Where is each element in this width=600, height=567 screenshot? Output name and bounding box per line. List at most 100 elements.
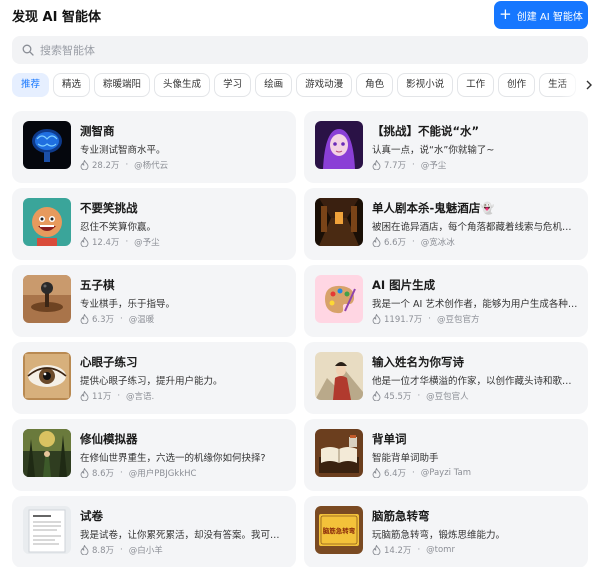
popularity-icon: [80, 468, 89, 478]
agent-author: @予尘: [134, 238, 160, 248]
agent-author: @温暖: [128, 315, 155, 325]
tab-3[interactable]: 头像生成: [154, 73, 211, 97]
popularity-icon: [80, 237, 89, 247]
tab-0[interactable]: 推荐: [12, 73, 50, 97]
agent-card[interactable]: 单人剧本杀-鬼魅酒店👻 被困在诡异酒店，每个角落都藏着线索与危机。你能找到真相逃…: [304, 188, 588, 260]
agent-card[interactable]: AI 图片生成 我是一个 AI 艺术创作者，能够为用户生成各种风格的图片。 11…: [304, 265, 588, 337]
search-input[interactable]: [40, 43, 588, 57]
agent-count: 8.8万: [92, 546, 115, 556]
agent-description: 我是试卷，让你累死累活，却没有答案。我可以给你出题。: [80, 530, 286, 541]
tab-9[interactable]: 工作: [457, 73, 495, 97]
meta-separator: ·: [125, 160, 129, 170]
agent-name: 不要笑挑战: [80, 201, 138, 215]
agent-name: AI 图片生成: [372, 278, 436, 292]
popularity-icon: [80, 391, 89, 401]
popularity-icon: [372, 237, 381, 247]
meta-separator: ·: [428, 314, 431, 324]
agent-author: @言语.: [126, 392, 155, 402]
category-tabs: 推荐 精选 粽暖端阳 头像生成 学习 绘画 游戏动漫 角色 影视小说 工作 创作 生活: [12, 73, 588, 99]
meta-separator: ·: [120, 545, 123, 555]
popularity-icon: [372, 160, 381, 170]
agent-count: 8.6万: [92, 469, 115, 479]
book-image: [315, 429, 363, 477]
meta-separator: ·: [417, 391, 421, 401]
agent-description: 专业测试智商水平。: [80, 145, 166, 156]
create-agent-button[interactable]: + 创建 AI 智能体: [494, 1, 588, 29]
meta-separator: ·: [412, 160, 415, 170]
tab-5[interactable]: 绘画: [255, 73, 293, 97]
agent-card[interactable]: 【挑战】不能说“水” 认真一点，说“水”你就输了~ 7.7万 · @予尘: [304, 111, 588, 183]
meta-separator: ·: [417, 545, 421, 555]
riddle-sign-image: 脑筋急转弯: [315, 506, 363, 554]
agent-meta: 14.2万 · @tomr: [372, 544, 455, 556]
meta-separator: ·: [125, 237, 129, 247]
agent-meta: 45.5万 · @豆包官人: [372, 390, 469, 402]
palette-image: [315, 275, 363, 323]
agent-name: 五子棋: [80, 278, 115, 292]
plus-icon: +: [499, 4, 512, 23]
agent-author: @宽冰冰: [420, 238, 455, 248]
agent-name: 心眼子练习: [80, 355, 138, 369]
svg-text:脑筋急转弯: 脑筋急转弯: [322, 526, 356, 535]
poet-painting-image: [315, 352, 363, 400]
meta-separator: ·: [120, 468, 123, 478]
tab-1[interactable]: 精选: [53, 73, 91, 97]
tab-4[interactable]: 学习: [214, 73, 252, 97]
tab-2[interactable]: 粽暖端阳: [94, 73, 151, 97]
agent-card[interactable]: 心眼子练习 提供心眼子练习，提升用户能力。 11万 · @言语.: [12, 342, 296, 414]
anime-girl-image: [315, 121, 363, 169]
search-bar[interactable]: [12, 36, 588, 64]
page-title: 发现 AI 智能体: [12, 10, 101, 25]
agent-meta: 6.6万 · @宽冰冰: [372, 236, 455, 248]
popularity-icon: [372, 391, 381, 401]
agent-description: 提供心眼子练习，提升用户能力。: [80, 376, 223, 387]
agent-description: 被困在诡异酒店，每个角落都藏着线索与危机。你能找到真相逃出去吗？: [372, 222, 578, 233]
agent-count: 12.4万: [92, 238, 120, 248]
tab-6[interactable]: 游戏动漫: [296, 73, 353, 97]
agent-meta: 12.4万 · @予尘: [80, 236, 160, 248]
agent-count: 6.3万: [92, 315, 115, 325]
agent-description: 他是一位才华横溢的作家，以创作藏头诗和歌曲为主。: [372, 376, 578, 387]
cultivation-image: [23, 429, 71, 477]
meta-separator: ·: [412, 237, 415, 247]
agent-name: 测智商: [80, 124, 115, 138]
agent-card[interactable]: 五子棋 专业棋手，乐于指导。 6.3万 · @温暖: [12, 265, 296, 337]
agent-author: @tomr: [426, 545, 455, 555]
agent-card[interactable]: 脑筋急转弯 脑筋急转弯 玩脑筋急转弯，锻炼思维能力。 14.2万 · @tomr: [304, 496, 588, 567]
agent-card[interactable]: 测智商 专业测试智商水平。 28.2万 · @杨代云: [12, 111, 296, 183]
agent-description: 忍住不笑算你赢。: [80, 222, 157, 233]
agent-card[interactable]: 修仙模拟器 在修仙世界重生，六选一的机缘你如何抉择? 8.6万 · @用户PBJ…: [12, 419, 296, 491]
agent-card[interactable]: 背单词 智能背单词助手 6.4万 · @Payzi Tam: [304, 419, 588, 491]
brain-image: [23, 121, 71, 169]
tabs-next-button[interactable]: [582, 75, 596, 95]
agent-meta: 8.8万 · @白小羊: [80, 544, 163, 556]
agent-card[interactable]: 不要笑挑战 忍住不笑算你赢。 12.4万 · @予尘: [12, 188, 296, 260]
agent-description: 我是一个 AI 艺术创作者，能够为用户生成各种风格的图片。: [372, 299, 578, 310]
agent-meta: 7.7万 · @予尘: [372, 159, 446, 171]
agent-count: 45.5万: [384, 392, 412, 402]
agent-meta: 6.3万 · @温暖: [80, 313, 154, 325]
agent-card[interactable]: 试卷 我是试卷，让你累死累活，却没有答案。我可以给你出题。 8.8万 · @白小…: [12, 496, 296, 567]
agent-count: 6.4万: [384, 469, 407, 479]
meta-separator: ·: [412, 468, 415, 478]
agent-author: @用户PBJGkkHC: [128, 469, 197, 479]
eye-image: [23, 352, 71, 400]
agent-author: @豆包官人: [426, 392, 469, 402]
popularity-icon: [80, 314, 89, 324]
popularity-icon: [372, 314, 381, 324]
popularity-icon: [80, 160, 89, 170]
tab-7[interactable]: 角色: [356, 73, 394, 97]
tab-8[interactable]: 影视小说: [397, 73, 454, 97]
agent-meta: 8.6万 · @用户PBJGkkHC: [80, 467, 196, 479]
tab-10[interactable]: 创作: [498, 73, 536, 97]
agent-description: 认真一点，说“水”你就输了~: [372, 145, 495, 156]
agent-count: 1191.7万: [384, 315, 423, 325]
agent-author: @杨代云: [134, 161, 169, 171]
agent-card[interactable]: 输入姓名为你写诗 他是一位才华横溢的作家，以创作藏头诗和歌曲为主。 45.5万 …: [304, 342, 588, 414]
agent-author: @白小羊: [128, 546, 163, 556]
chevron-right-icon: [586, 80, 592, 90]
hotel-hallway-image: [315, 198, 363, 246]
agent-name: 单人剧本杀-鬼魅酒店👻: [372, 201, 495, 215]
agent-description: 专业棋手，乐于指导。: [80, 299, 176, 310]
discover-agents-page: 发现 AI 智能体 + 创建 AI 智能体 推荐精选粽暖端阳头像生成学习绘画游戏…: [0, 0, 600, 567]
